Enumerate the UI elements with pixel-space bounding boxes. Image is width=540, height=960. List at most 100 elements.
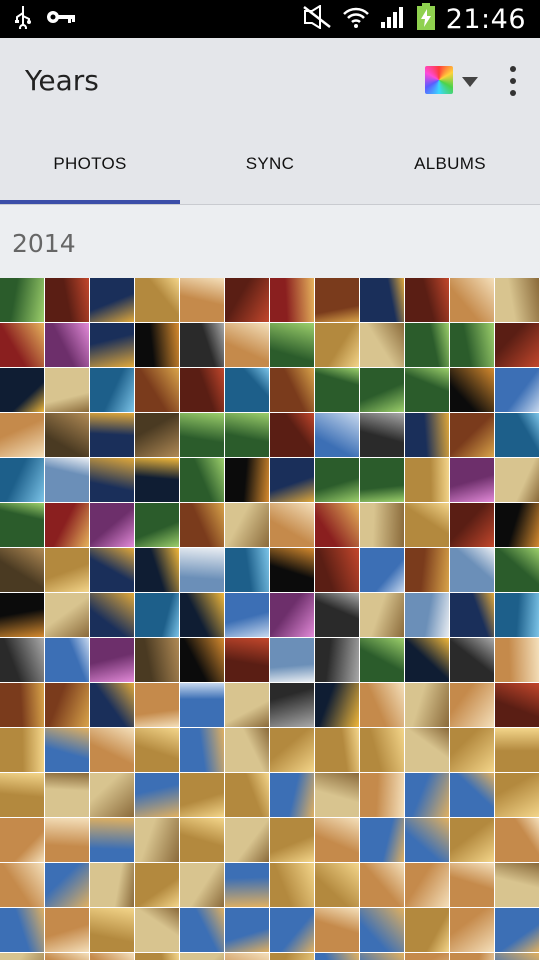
photo-thumbnail[interactable] [45, 908, 89, 952]
photo-thumbnail[interactable] [405, 908, 449, 952]
photo-thumbnail[interactable] [270, 683, 314, 727]
photo-thumbnail[interactable] [90, 728, 134, 772]
photo-thumbnail[interactable] [315, 413, 359, 457]
photo-thumbnail[interactable] [270, 728, 314, 772]
photo-thumbnail[interactable] [90, 683, 134, 727]
photo-thumbnail[interactable] [225, 323, 269, 367]
photo-thumbnail[interactable] [225, 413, 269, 457]
photo-thumbnail[interactable] [405, 458, 449, 502]
photo-thumbnail[interactable] [315, 773, 359, 817]
photo-thumbnail[interactable] [405, 638, 449, 682]
photo-thumbnail[interactable] [90, 503, 134, 547]
photo-thumbnail[interactable] [360, 413, 404, 457]
photo-thumbnail[interactable] [45, 863, 89, 907]
photo-thumbnail[interactable] [45, 548, 89, 592]
photo-thumbnail[interactable] [405, 863, 449, 907]
photo-thumbnail[interactable] [360, 818, 404, 862]
photo-thumbnail[interactable] [360, 368, 404, 412]
photo-thumbnail[interactable] [405, 548, 449, 592]
photo-thumbnail[interactable] [405, 773, 449, 817]
photo-thumbnail[interactable] [270, 503, 314, 547]
photo-thumbnail[interactable] [0, 458, 44, 502]
photo-thumbnail[interactable] [180, 593, 224, 637]
photo-thumbnail[interactable] [270, 323, 314, 367]
photo-thumbnail[interactable] [135, 818, 179, 862]
photo-thumbnail[interactable] [90, 908, 134, 952]
photo-thumbnail[interactable] [0, 818, 44, 862]
photo-thumbnail[interactable] [450, 908, 494, 952]
photo-thumbnail[interactable] [315, 278, 359, 322]
photo-thumbnail[interactable] [0, 413, 44, 457]
photo-thumbnail[interactable] [45, 413, 89, 457]
photo-thumbnail[interactable] [45, 503, 89, 547]
photo-thumbnail[interactable] [135, 548, 179, 592]
photo-thumbnail[interactable] [225, 908, 269, 952]
photo-thumbnail[interactable] [315, 323, 359, 367]
photo-thumbnail[interactable] [315, 683, 359, 727]
photo-thumbnail[interactable] [405, 503, 449, 547]
photo-thumbnail[interactable] [45, 278, 89, 322]
photo-thumbnail[interactable] [90, 593, 134, 637]
photo-thumbnail[interactable] [0, 593, 44, 637]
photo-thumbnail[interactable] [495, 458, 539, 502]
photo-thumbnail[interactable] [180, 278, 224, 322]
photo-thumbnail[interactable] [495, 413, 539, 457]
photo-thumbnail[interactable] [180, 818, 224, 862]
photo-thumbnail[interactable] [135, 638, 179, 682]
photo-thumbnail[interactable] [360, 278, 404, 322]
photo-thumbnail[interactable] [180, 638, 224, 682]
photo-thumbnail[interactable] [270, 908, 314, 952]
photo-thumbnail[interactable] [315, 638, 359, 682]
photo-thumbnail[interactable] [315, 908, 359, 952]
photo-thumbnail[interactable] [495, 593, 539, 637]
photo-thumbnail[interactable] [450, 638, 494, 682]
photo-thumbnail[interactable] [450, 368, 494, 412]
photo-thumbnail[interactable] [225, 503, 269, 547]
overflow-menu-icon[interactable] [505, 66, 521, 96]
photo-thumbnail[interactable] [180, 503, 224, 547]
photo-thumbnail[interactable] [450, 548, 494, 592]
photo-thumbnail[interactable] [90, 368, 134, 412]
photo-thumbnail[interactable] [0, 728, 44, 772]
photo-thumbnail[interactable] [45, 728, 89, 772]
photo-thumbnail[interactable] [45, 953, 89, 960]
photo-thumbnail[interactable] [405, 593, 449, 637]
photo-thumbnail[interactable] [135, 278, 179, 322]
photo-thumbnail[interactable] [225, 368, 269, 412]
photo-thumbnail[interactable] [0, 368, 44, 412]
photo-thumbnail[interactable] [270, 368, 314, 412]
photo-thumbnail[interactable] [225, 953, 269, 960]
photo-thumbnail[interactable] [135, 728, 179, 772]
photo-thumbnail[interactable] [225, 638, 269, 682]
photo-thumbnail[interactable] [405, 953, 449, 960]
photo-thumbnail[interactable] [135, 323, 179, 367]
photo-thumbnail[interactable] [315, 503, 359, 547]
photo-thumbnail[interactable] [0, 683, 44, 727]
photo-thumbnail[interactable] [45, 323, 89, 367]
photo-thumbnail[interactable] [225, 683, 269, 727]
photo-thumbnail[interactable] [90, 773, 134, 817]
photo-thumbnail[interactable] [495, 773, 539, 817]
photo-thumbnail[interactable] [405, 818, 449, 862]
photo-thumbnail[interactable] [405, 683, 449, 727]
photo-thumbnail[interactable] [225, 728, 269, 772]
photo-thumbnail[interactable] [180, 413, 224, 457]
photo-thumbnail[interactable] [135, 908, 179, 952]
photo-thumbnail[interactable] [135, 413, 179, 457]
photo-thumbnail[interactable] [135, 953, 179, 960]
photo-thumbnail[interactable] [495, 683, 539, 727]
photo-thumbnail[interactable] [0, 278, 44, 322]
photo-thumbnail[interactable] [225, 863, 269, 907]
photo-thumbnail[interactable] [90, 638, 134, 682]
photo-thumbnail[interactable] [450, 773, 494, 817]
photo-thumbnail[interactable] [135, 368, 179, 412]
photo-thumbnail[interactable] [270, 953, 314, 960]
photo-thumbnail[interactable] [90, 413, 134, 457]
photo-thumbnail[interactable] [495, 503, 539, 547]
photo-thumbnail[interactable] [180, 368, 224, 412]
photo-thumbnail[interactable] [450, 323, 494, 367]
photo-thumbnail[interactable] [45, 638, 89, 682]
photo-thumbnail[interactable] [135, 683, 179, 727]
photo-thumbnail[interactable] [180, 683, 224, 727]
photo-thumbnail[interactable] [495, 278, 539, 322]
